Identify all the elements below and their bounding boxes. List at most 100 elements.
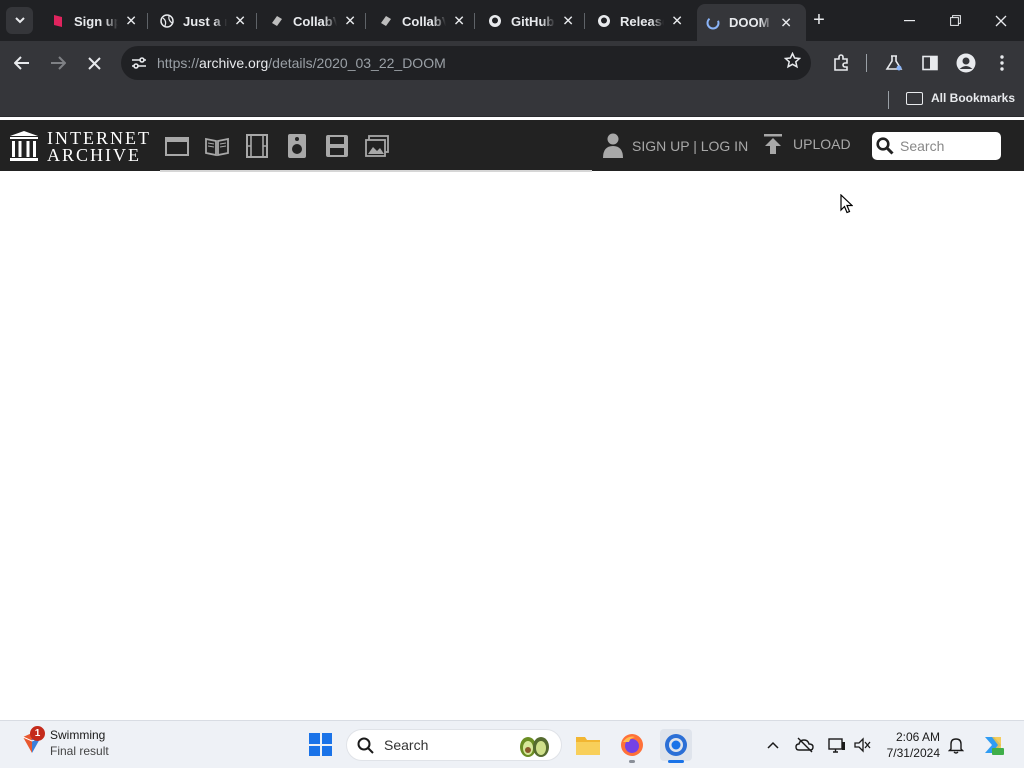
extensions-icon[interactable] [829,51,853,75]
back-button[interactable] [8,49,36,77]
close-icon[interactable]: ✕ [125,13,137,30]
onedrive-icon[interactable] [794,734,816,756]
tab-sign-up[interactable]: Sign up ✕ [42,6,151,36]
windows-taskbar: 1 Swimming Final result Search 2:06 AM 7… [0,720,1024,768]
tab-search-button[interactable] [6,7,33,34]
close-icon[interactable]: ✕ [344,13,356,30]
loading-spinner-icon [705,15,721,31]
close-icon[interactable]: ✕ [234,13,246,30]
notification-badge: 1 [30,726,45,741]
images-icon[interactable] [364,133,390,159]
browser-menu-icon[interactable] [990,51,1014,75]
restore-button[interactable] [932,0,978,41]
close-icon [995,15,1007,26]
tab-divider [365,13,366,29]
user-icon [603,133,623,158]
swimming-news-icon: 1 [20,726,45,755]
file-explorer-button[interactable] [572,729,604,761]
volume-muted-icon[interactable] [852,734,874,756]
tab-collabvm-1[interactable]: CollabVM ✕ [261,6,370,36]
upload-icon [764,134,782,154]
toolbar-divider [866,54,867,72]
weather-widget[interactable]: 1 Swimming Final result [20,726,109,759]
tab-divider [584,13,585,29]
bookmarks-bar: All Bookmarks [0,85,1024,117]
texts-icon[interactable] [204,133,230,159]
new-tab-button[interactable]: + [809,9,829,31]
windows-logo-pane [321,745,332,756]
tab-doom[interactable]: DOOM ✕ [697,4,806,41]
archive-logo-text[interactable]: ARCHIVE [47,145,141,166]
tab-divider [474,13,475,29]
signup-favicon-icon [50,13,66,29]
taskbar-search-label: Search [384,737,429,753]
minimize-button[interactable] [886,0,932,41]
chrome-button[interactable] [660,729,692,763]
windows-logo-pane [321,733,332,744]
tab-divider [256,13,257,29]
video-icon[interactable] [244,133,270,159]
close-icon[interactable]: ✕ [671,13,683,30]
windows-logo-pane [309,745,320,756]
close-icon[interactable]: ✕ [780,14,792,31]
github-icon [596,13,612,29]
upload-link[interactable]: UPLOAD [763,133,851,155]
taskbar-search[interactable]: Search [346,729,562,761]
close-icon[interactable]: ✕ [562,13,574,30]
all-bookmarks-button[interactable]: All Bookmarks [906,91,1015,105]
stop-loading-button[interactable] [80,49,108,77]
stop-icon [87,56,101,70]
widget-subtitle: Final result [50,744,109,758]
mouse-cursor-icon [840,194,853,214]
signup-login-link[interactable]: SIGN UP | LOG IN [603,133,748,159]
address-bar[interactable]: https://archive.org/details/2020_03_22_D… [121,46,811,80]
tab-collabvm-2[interactable]: CollabVM ✕ [370,6,479,36]
tab-github[interactable]: GitHub ✕ [479,6,588,36]
archive-search-input[interactable] [900,138,990,154]
clock-date: 7/31/2024 [886,746,940,760]
nav-divider-line [160,170,592,172]
browser-tabstrip: Sign up ✕ Just a moment ✕ CollabVM ✕ Col… [0,0,1024,41]
audio-icon[interactable] [284,133,310,159]
copilot-icon[interactable] [980,732,1006,758]
all-bookmarks-label: All Bookmarks [931,91,1016,105]
running-indicator [629,760,635,763]
bookmark-star-icon[interactable] [783,51,802,74]
folder-icon [576,737,600,755]
side-panel-icon[interactable] [918,51,942,75]
close-icon[interactable]: ✕ [453,13,465,30]
windows-logo-icon [309,733,320,744]
url-host: archive.org [199,55,269,71]
network-icon[interactable] [826,734,848,756]
url-path: /details/2020_03_22_DOOM [268,55,446,71]
search-icon[interactable] [876,137,894,155]
software-icon[interactable] [324,133,350,159]
tab-title: CollabVM [293,13,337,29]
notifications-bell-icon[interactable] [945,734,967,756]
close-window-button[interactable] [978,0,1024,41]
start-button[interactable] [309,733,332,756]
labs-flask-icon[interactable] [882,51,906,75]
web-icon[interactable] [164,133,190,159]
tab-title: Sign up [74,13,118,29]
url-text: https://archive.org/details/2020_03_22_D… [157,55,446,71]
archive-search-box[interactable] [872,132,1001,160]
forward-button[interactable] [44,49,72,77]
chrome-icon [665,734,687,756]
tab-title: Releases [620,13,664,29]
archive-logo-icon[interactable] [9,130,39,162]
tab-releases[interactable]: Releases ✕ [588,6,697,36]
site-info-icon[interactable] [129,53,149,73]
tab-title: CollabVM [402,13,446,29]
minimize-icon [903,19,915,21]
tab-just-a-moment[interactable]: Just a moment ✕ [151,6,260,36]
firefox-button[interactable] [616,729,648,763]
show-hidden-icons-button[interactable] [762,734,784,756]
browser-toolbar: https://archive.org/details/2020_03_22_D… [0,41,1024,85]
globe-icon [159,13,175,29]
profile-avatar-icon[interactable] [954,51,978,75]
taskbar-clock[interactable]: 2:06 AM 7/31/2024 [882,729,940,761]
widget-title: Swimming [50,728,106,742]
collabvm-icon [269,13,285,29]
tab-title: GitHub [511,13,555,29]
